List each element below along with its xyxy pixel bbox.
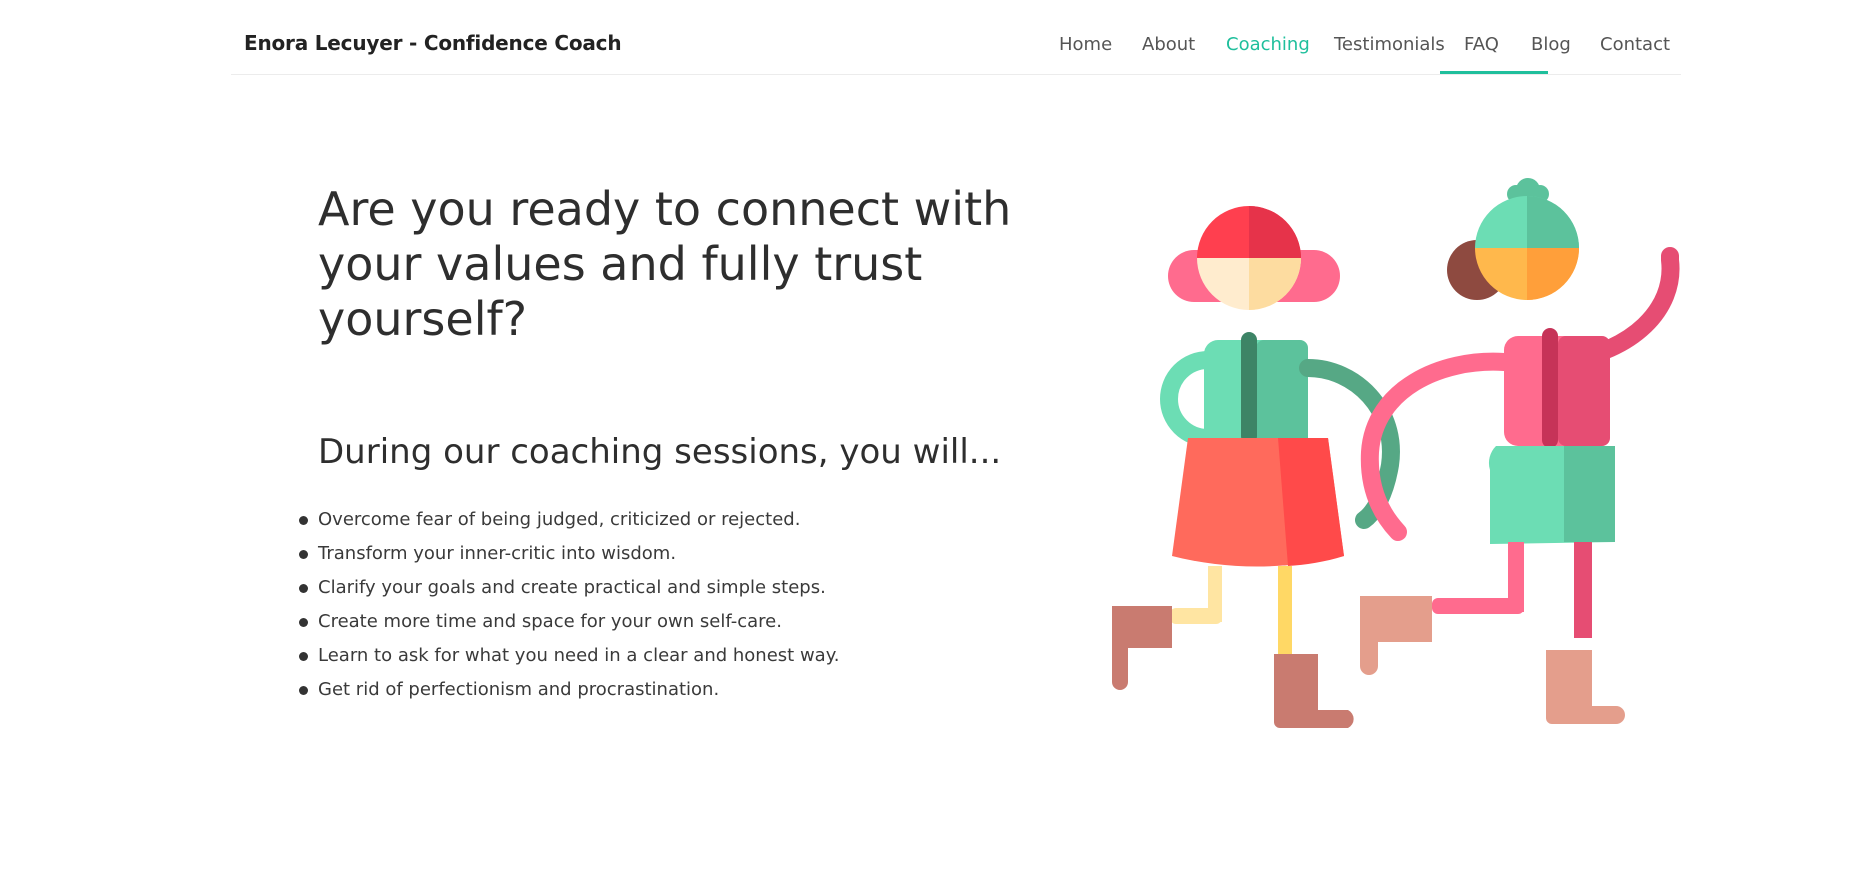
benefit-item: Get rid of perfectionism and procrastina… bbox=[299, 673, 840, 707]
benefits-list: Overcome fear of being judged, criticize… bbox=[299, 503, 840, 707]
site-brand[interactable]: Enora Lecuyer - Confidence Coach bbox=[244, 31, 622, 55]
top-navbar: Enora Lecuyer - Confidence Coach Home Ab… bbox=[231, 0, 1681, 75]
benefit-text: Transform your inner-critic into wisdom. bbox=[318, 543, 677, 564]
bullet-icon bbox=[299, 618, 308, 627]
active-tab-indicator bbox=[1440, 71, 1548, 74]
benefit-item: Transform your inner-critic into wisdom. bbox=[299, 537, 840, 571]
benefit-text: Clarify your goals and create practical … bbox=[318, 577, 826, 598]
nav-link-about[interactable]: About bbox=[1142, 34, 1195, 55]
left-person-figure bbox=[1112, 206, 1400, 728]
benefit-item: Learn to ask for what you need in a clea… bbox=[299, 639, 840, 673]
benefit-item: Overcome fear of being judged, criticize… bbox=[299, 503, 840, 537]
benefit-item: Create more time and space for your own … bbox=[299, 605, 840, 639]
benefit-text: Get rid of perfectionism and procrastina… bbox=[318, 679, 720, 700]
nav-link-contact[interactable]: Contact bbox=[1600, 34, 1670, 55]
bullet-icon bbox=[299, 516, 308, 525]
two-friends-illustration bbox=[1112, 178, 1680, 728]
nav-link-testimonials[interactable]: Testimonials bbox=[1334, 34, 1445, 55]
benefit-item: Clarify your goals and create practical … bbox=[299, 571, 840, 605]
nav-link-blog[interactable]: Blog bbox=[1531, 34, 1571, 55]
right-person-figure bbox=[1360, 178, 1680, 724]
benefit-text: Overcome fear of being judged, criticize… bbox=[318, 509, 801, 530]
bullet-icon bbox=[299, 550, 308, 559]
benefit-text: Learn to ask for what you need in a clea… bbox=[318, 645, 840, 666]
nav-link-home[interactable]: Home bbox=[1059, 34, 1112, 55]
bullet-icon bbox=[299, 652, 308, 661]
coaching-heading: During our coaching sessions, you will..… bbox=[318, 432, 1002, 472]
bullet-icon bbox=[299, 584, 308, 593]
bullet-icon bbox=[299, 686, 308, 695]
benefit-text: Create more time and space for your own … bbox=[318, 611, 782, 632]
nav-link-coaching[interactable]: Coaching bbox=[1226, 34, 1310, 55]
hero-title: Are you ready to connect with your value… bbox=[318, 182, 1012, 346]
nav-link-faq[interactable]: FAQ bbox=[1464, 34, 1499, 55]
